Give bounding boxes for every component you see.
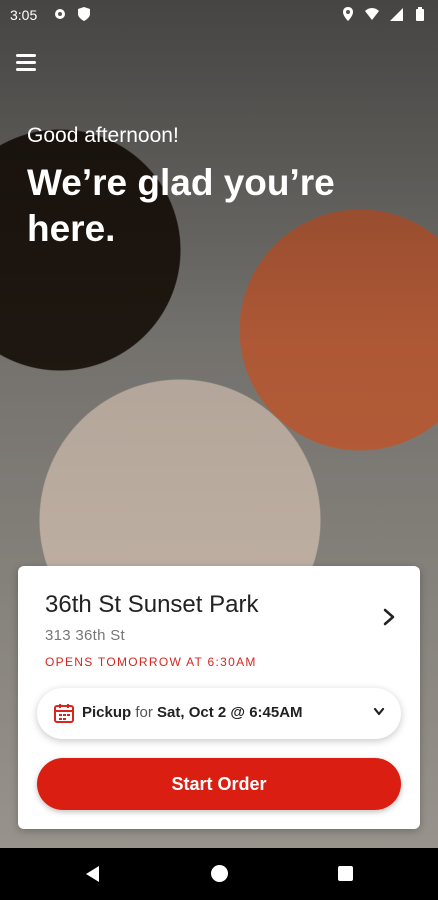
android-nav-bar <box>0 848 438 900</box>
pickup-time-selector[interactable]: Pickup for Sat, Oct 2 @ 6:45AM <box>37 688 401 739</box>
store-card[interactable]: 36th St Sunset Park 313 36th St OPENS TO… <box>18 566 420 829</box>
wifi-icon <box>365 8 379 20</box>
store-open-status: OPENS TOMORROW AT 6:30AM <box>45 655 257 669</box>
pickup-for: for <box>135 704 153 721</box>
back-icon[interactable] <box>84 865 101 883</box>
pickup-datetime: Sat, Oct 2 @ 6:45AM <box>157 704 303 721</box>
home-icon[interactable] <box>211 865 228 882</box>
chevron-right-icon[interactable] <box>382 608 396 626</box>
chevron-down-icon <box>373 707 385 716</box>
store-address: 313 36th St <box>45 627 126 644</box>
menu-icon[interactable] <box>16 52 40 72</box>
shield-icon <box>78 7 90 21</box>
location-icon <box>343 7 353 21</box>
signal-icon <box>390 8 403 21</box>
recents-icon[interactable] <box>338 866 353 881</box>
battery-icon <box>416 7 424 21</box>
store-name: 36th St Sunset Park <box>45 591 259 618</box>
status-bar: 3:05 <box>0 0 438 30</box>
greeting-text: Good afternoon! <box>27 124 179 147</box>
calendar-icon <box>54 704 74 723</box>
status-time: 3:05 <box>10 7 38 23</box>
pickup-mode: Pickup <box>82 704 132 721</box>
settings-icon <box>55 9 65 19</box>
headline-text: We’re glad you’re here. <box>27 162 335 249</box>
start-order-button[interactable]: Start Order <box>37 758 401 810</box>
